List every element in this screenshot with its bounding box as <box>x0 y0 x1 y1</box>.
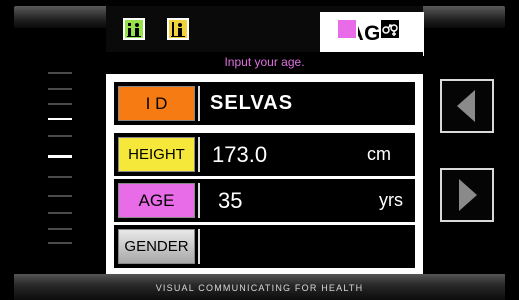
age-unit: yrs <box>379 190 403 210</box>
input-form: I D SELVAS HEIGHT 173.0 cm AGE 35 yrs GE… <box>106 74 423 274</box>
next-button[interactable] <box>440 168 494 222</box>
level-mark <box>48 228 72 230</box>
triangle-left-icon <box>457 90 475 122</box>
level-mark <box>48 135 72 137</box>
header-bar: AGE <box>106 6 424 56</box>
level-mark <box>48 72 72 74</box>
level-mark <box>48 88 72 90</box>
divider <box>198 137 200 172</box>
height-person-icon[interactable] <box>167 18 189 40</box>
app-screen: AGE Input your age. I D SELVAS HEIGHT 17… <box>0 0 519 300</box>
level-mark <box>48 103 72 105</box>
divider <box>198 183 200 218</box>
height-unit: cm <box>367 144 391 164</box>
group-chart-icon[interactable] <box>336 18 358 40</box>
footer-slogan: VISUAL COMMUNICATING FOR HEALTH <box>155 283 364 293</box>
level-mark <box>48 242 72 244</box>
form-row-id[interactable]: I D SELVAS <box>114 82 415 125</box>
prev-button[interactable] <box>440 79 494 133</box>
gender-symbol-icon[interactable] <box>379 18 401 40</box>
level-mark <box>48 176 72 178</box>
level-mark-active <box>48 155 72 158</box>
height-value[interactable]: 173.0 <box>212 133 267 176</box>
form-row-age[interactable]: AGE 35 yrs <box>114 179 415 222</box>
divider <box>198 86 200 121</box>
form-row-gender[interactable]: GENDER <box>114 225 415 268</box>
age-label: AGE <box>118 183 195 218</box>
level-mark-active <box>48 118 72 120</box>
level-mark <box>48 212 72 214</box>
gender-label: GENDER <box>118 229 195 264</box>
triangle-right-icon <box>459 179 477 211</box>
height-label: HEIGHT <box>118 137 195 172</box>
age-value[interactable]: 35 <box>218 179 242 222</box>
instruction-text: Input your age. <box>106 52 423 74</box>
right-panel <box>423 28 505 274</box>
id-label: I D <box>118 86 195 121</box>
info-person-icon[interactable] <box>123 18 145 40</box>
divider <box>198 229 200 264</box>
level-mark <box>48 195 72 197</box>
form-row-height[interactable]: HEIGHT 173.0 cm <box>114 133 415 176</box>
left-panel <box>14 28 106 274</box>
id-value[interactable]: SELVAS <box>210 82 293 125</box>
